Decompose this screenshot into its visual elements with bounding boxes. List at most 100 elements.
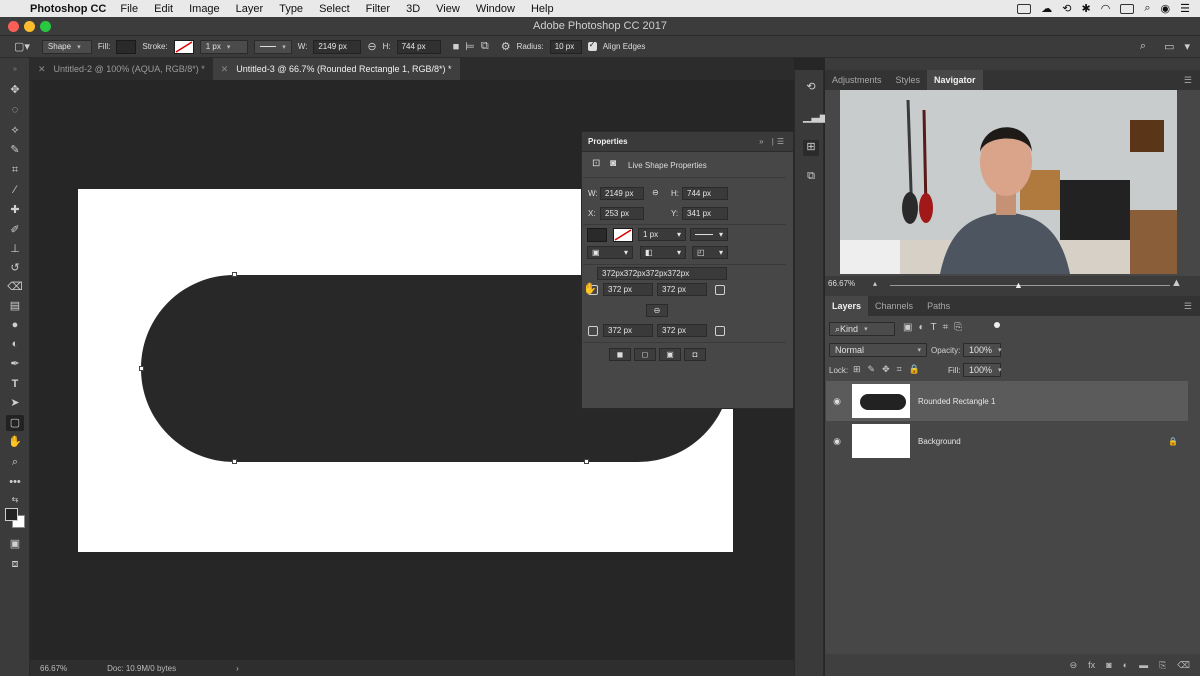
- blur-tool-icon[interactable]: ●: [6, 317, 24, 333]
- notification-icon[interactable]: ☰: [1180, 2, 1190, 15]
- radius-top-right-field[interactable]: 372 px: [657, 283, 707, 296]
- link-icon[interactable]: ⊖: [367, 40, 376, 53]
- path-alignment-icon[interactable]: ⊨: [465, 40, 475, 53]
- bluetooth-icon[interactable]: ✱: [1082, 2, 1091, 15]
- corner-radii-summary[interactable]: 372px372px372px372px: [597, 267, 727, 280]
- align-edges-checkbox[interactable]: [587, 40, 597, 51]
- hand-tool-icon[interactable]: ✋: [6, 434, 24, 450]
- collapse-panel-icon[interactable]: » |☰: [759, 137, 787, 146]
- path-operations-icon[interactable]: ■: [453, 41, 460, 53]
- gear-icon[interactable]: ⚙: [501, 40, 511, 53]
- more-tools-icon[interactable]: •••: [6, 474, 24, 490]
- properties-icon[interactable]: ⊞: [803, 140, 819, 156]
- zoom-slider-handle[interactable]: ▲: [1014, 280, 1023, 290]
- eye-icon[interactable]: ◉: [826, 396, 848, 407]
- tab-styles[interactable]: Styles: [889, 70, 928, 90]
- transform-icon[interactable]: ⊡: [592, 158, 600, 169]
- mask-icon[interactable]: ◙: [610, 158, 616, 169]
- subtract-shapes-button[interactable]: ◻: [634, 348, 656, 361]
- libraries-icon[interactable]: ⧉: [803, 170, 819, 186]
- tab-untitled-3[interactable]: ✕ Untitled-3 @ 66.7% (Rounded Rectangle 1…: [212, 58, 460, 80]
- chevron-down-icon[interactable]: ▾: [1184, 40, 1190, 53]
- close-icon[interactable]: ✕: [38, 64, 46, 75]
- tab-layers[interactable]: Layers: [825, 296, 869, 316]
- menu-select[interactable]: Select: [319, 3, 350, 15]
- history-brush-tool-icon[interactable]: ↺: [6, 260, 24, 276]
- spotlight-icon[interactable]: ⌕: [1144, 2, 1150, 15]
- type-tool-icon[interactable]: T: [6, 376, 24, 392]
- trash-icon[interactable]: ⌫: [1177, 660, 1190, 671]
- adjustment-layer-icon[interactable]: ◐: [1123, 660, 1128, 670]
- navigator-zoom-value[interactable]: 66.67%: [828, 279, 855, 288]
- tab-untitled-2[interactable]: ✕ Untitled-2 @ 100% (AQUA, RGB/8*) *: [30, 58, 213, 80]
- menu-3d[interactable]: 3D: [406, 3, 420, 15]
- prop-stroke-width-field[interactable]: 1 px ▾: [638, 228, 686, 241]
- radius-bottom-left-field[interactable]: 372 px: [603, 324, 653, 337]
- filter-toggle[interactable]: [994, 322, 1000, 328]
- gradient-tool-icon[interactable]: ▤: [6, 298, 24, 314]
- height-field[interactable]: 744 px: [396, 39, 441, 54]
- radius-field[interactable]: 10 px: [549, 39, 582, 54]
- histogram-icon[interactable]: ▁▃▅: [803, 110, 828, 126]
- wifi-icon[interactable]: ◠: [1101, 2, 1111, 15]
- rounded-rect-tool-preset-icon[interactable]: ▢▾: [14, 40, 30, 53]
- fx-icon[interactable]: fx: [1088, 660, 1095, 670]
- menu-view[interactable]: View: [436, 3, 460, 15]
- menu-layer[interactable]: Layer: [236, 3, 264, 15]
- stroke-align-dropdown[interactable]: ▣ ▾: [587, 246, 633, 259]
- prop-y-field[interactable]: 341 px: [682, 207, 728, 220]
- healing-brush-tool-icon[interactable]: ✚: [6, 202, 24, 218]
- marquee-tool-icon[interactable]: ◌: [6, 102, 24, 118]
- prop-width-field[interactable]: 2149 px: [600, 187, 644, 200]
- history-icon[interactable]: ⟲: [803, 80, 819, 96]
- fill-swatch[interactable]: [116, 39, 137, 54]
- stroke-type-dropdown[interactable]: ▾: [253, 39, 292, 54]
- shape-anchor-point[interactable]: [232, 459, 237, 464]
- menu-type[interactable]: Type: [279, 3, 303, 15]
- zoom-level[interactable]: 66.67%: [40, 664, 67, 673]
- panel-menu-icon[interactable]: ☰: [1184, 70, 1192, 90]
- stroke-caps-dropdown[interactable]: ◧ ▾: [640, 246, 686, 259]
- chevron-right-icon[interactable]: ›: [236, 664, 239, 673]
- menu-image[interactable]: Image: [189, 3, 220, 15]
- link-icon[interactable]: ⊖: [652, 188, 659, 197]
- workspace-icon[interactable]: ▭: [1164, 40, 1174, 53]
- eyedropper-tool-icon[interactable]: ⁄: [6, 182, 24, 198]
- stroke-swatch[interactable]: [173, 39, 194, 54]
- layer-fill-field[interactable]: 100% ▾: [963, 363, 1002, 377]
- combine-shapes-button[interactable]: ◼: [609, 348, 631, 361]
- prop-x-field[interactable]: 253 px: [600, 207, 644, 220]
- new-group-icon[interactable]: ▬: [1139, 660, 1148, 670]
- add-mask-icon[interactable]: ◙: [1106, 660, 1111, 670]
- tab-channels[interactable]: Channels: [868, 296, 920, 316]
- path-selection-tool-icon[interactable]: ➤: [6, 395, 24, 411]
- radius-top-left-field[interactable]: 372 px: [603, 283, 653, 296]
- prop-height-field[interactable]: 744 px: [682, 187, 728, 200]
- blend-mode-dropdown[interactable]: Normal ▾: [829, 343, 927, 357]
- menu-filter[interactable]: Filter: [366, 3, 390, 15]
- panel-grip-icon[interactable]: »: [6, 62, 24, 78]
- stroke-width-field[interactable]: 1 px ▾: [199, 39, 248, 54]
- rounded-rectangle-tool-icon[interactable]: ▢: [6, 415, 24, 431]
- timemachine-icon[interactable]: ⟲: [1062, 2, 1071, 15]
- zoom-out-icon[interactable]: ▴: [873, 279, 877, 288]
- quick-select-tool-icon[interactable]: ✎: [6, 142, 24, 158]
- link-layers-icon[interactable]: ⊖: [1070, 660, 1078, 671]
- panel-menu-icon[interactable]: ☰: [1184, 296, 1192, 316]
- menu-help[interactable]: Help: [531, 3, 554, 15]
- move-tool-icon[interactable]: ✥: [6, 82, 24, 98]
- creative-cloud-icon[interactable]: ☁: [1041, 2, 1052, 15]
- exclude-shapes-button[interactable]: ◘: [684, 348, 706, 361]
- foreground-color-swatch[interactable]: [5, 508, 18, 521]
- dodge-tool-icon[interactable]: ◐: [6, 336, 24, 352]
- prop-stroke-swatch[interactable]: [613, 228, 633, 242]
- lasso-tool-icon[interactable]: ⟡: [6, 122, 24, 138]
- close-icon[interactable]: ✕: [221, 64, 229, 75]
- eraser-tool-icon[interactable]: ⌫: [6, 279, 24, 295]
- path-arrangement-icon[interactable]: ⧉: [481, 40, 489, 53]
- siri-icon[interactable]: ◉: [1161, 2, 1171, 15]
- tab-navigator[interactable]: Navigator: [927, 70, 983, 90]
- navigator-zoom-slider[interactable]: [890, 285, 1170, 286]
- swap-colors-icon[interactable]: ⇆: [6, 492, 24, 508]
- intersect-shapes-button[interactable]: ▣: [659, 348, 681, 361]
